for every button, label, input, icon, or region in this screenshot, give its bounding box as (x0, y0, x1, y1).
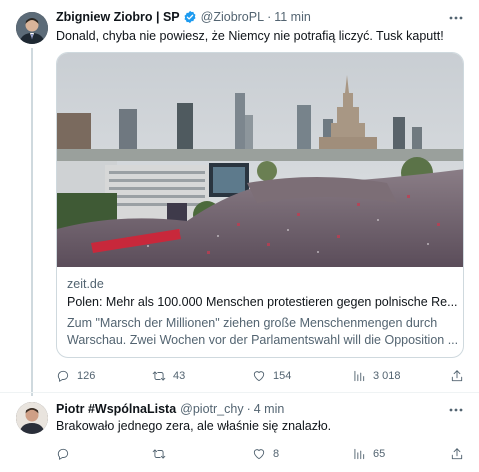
heart-icon (253, 371, 265, 382)
views-chart-icon (354, 370, 365, 382)
more-horizontal-icon[interactable] (447, 10, 465, 28)
share-button[interactable] (450, 447, 464, 461)
timestamp[interactable]: 11 min (274, 10, 311, 24)
separator-dot: · (267, 10, 272, 24)
like-count: 8 (273, 448, 280, 460)
retweet-button[interactable] (152, 447, 173, 461)
share-button[interactable] (450, 369, 464, 383)
tweet-ziobro[interactable]: Zbigniew Ziobro | SP @ZiobroPL · 11 min … (0, 0, 479, 396)
tweet-text: Donald, chyba nie powiesz, że Niemcy nie… (56, 29, 444, 43)
reply-icon (57, 370, 69, 382)
like-count: 154 (273, 370, 292, 382)
link-card[interactable]: zeit.de Polen: Mehr als 100.000 Menschen… (56, 52, 464, 358)
card-domain: zeit.de (67, 277, 104, 291)
reply-button[interactable]: 126 (56, 369, 95, 383)
avatar-piotr[interactable] (16, 402, 48, 434)
share-icon (451, 448, 463, 460)
share-icon (451, 370, 463, 382)
author-name[interactable]: Piotr #WspólnaLista (56, 402, 176, 416)
views-button[interactable]: 3 018 (352, 369, 401, 383)
views-chart-icon (354, 448, 365, 460)
reply-button[interactable] (56, 447, 77, 461)
view-count: 3 018 (373, 370, 401, 382)
timestamp[interactable]: 4 min (254, 402, 285, 416)
card-title: Polen: Mehr als 100.000 Menschen protest… (67, 295, 458, 309)
thread-connector-line (31, 48, 33, 396)
tweet-actions: 8 65 (56, 444, 464, 464)
view-count: 65 (373, 448, 386, 460)
reply-count: 126 (77, 370, 96, 382)
tweet-actions: 126 43 154 3 018 (56, 366, 464, 386)
author-name[interactable]: Zbigniew Ziobro | SP (56, 10, 180, 24)
like-button[interactable]: 8 (252, 447, 279, 461)
author-handle[interactable]: @ZiobroPL (201, 10, 264, 24)
avatar-ziobro[interactable] (16, 12, 48, 44)
retweet-icon (152, 449, 166, 459)
reply-icon (57, 448, 69, 460)
tweet-piotr[interactable]: Piotr #WspólnaLista @piotr_chy · 4 min B… (0, 392, 479, 472)
tweet-header: Piotr #WspólnaLista @piotr_chy · 4 min (56, 400, 439, 418)
retweet-button[interactable]: 43 (152, 369, 185, 383)
tweet-header: Zbigniew Ziobro | SP @ZiobroPL · 11 min (56, 8, 439, 26)
heart-icon (253, 449, 265, 460)
card-image-crowd-warsaw (57, 53, 463, 267)
views-button[interactable]: 65 (352, 447, 385, 461)
retweet-count: 43 (173, 370, 186, 382)
separator-dot: · (246, 402, 251, 416)
tweet-text: Brakowało jednego zera, ale właśnie się … (56, 419, 332, 433)
verified-badge-icon (183, 10, 197, 24)
retweet-icon (152, 371, 166, 381)
card-description: Zum "Marsch der Millionen" ziehen große … (67, 316, 459, 347)
like-button[interactable]: 154 (252, 369, 291, 383)
author-handle[interactable]: @piotr_chy (180, 402, 243, 416)
